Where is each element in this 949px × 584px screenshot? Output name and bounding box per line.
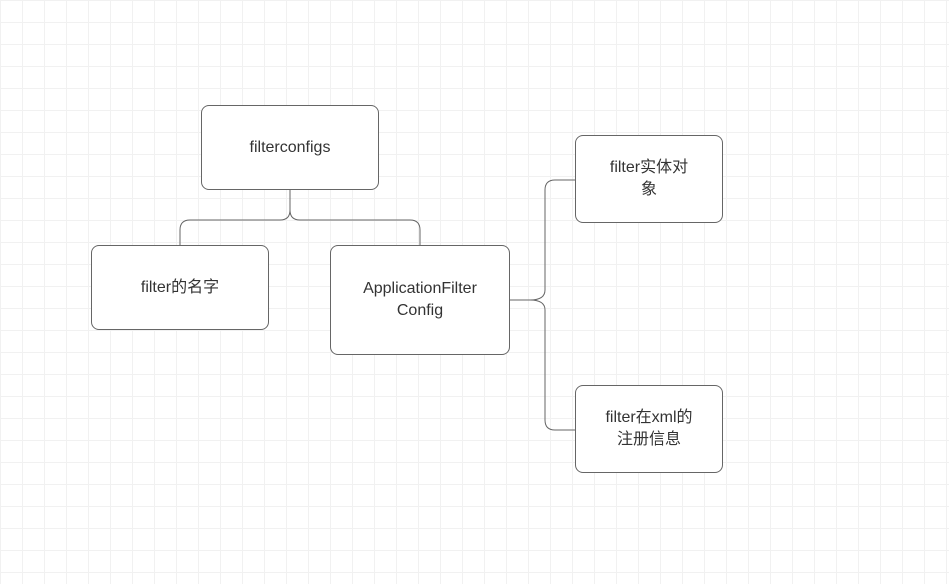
node-label: filterconfigs [250, 137, 331, 159]
node-filter-entity: filter实体对 象 [575, 135, 723, 223]
node-label: ApplicationFilter Config [363, 278, 477, 321]
node-label: filter的名字 [141, 277, 219, 299]
node-filter-name: filter的名字 [91, 245, 269, 330]
node-label: filter在xml的 注册信息 [605, 407, 692, 450]
node-filter-xml-register: filter在xml的 注册信息 [575, 385, 723, 473]
node-filterconfigs: filterconfigs [201, 105, 379, 190]
node-application-filter-config: ApplicationFilter Config [330, 245, 510, 355]
node-label: filter实体对 象 [610, 157, 688, 200]
